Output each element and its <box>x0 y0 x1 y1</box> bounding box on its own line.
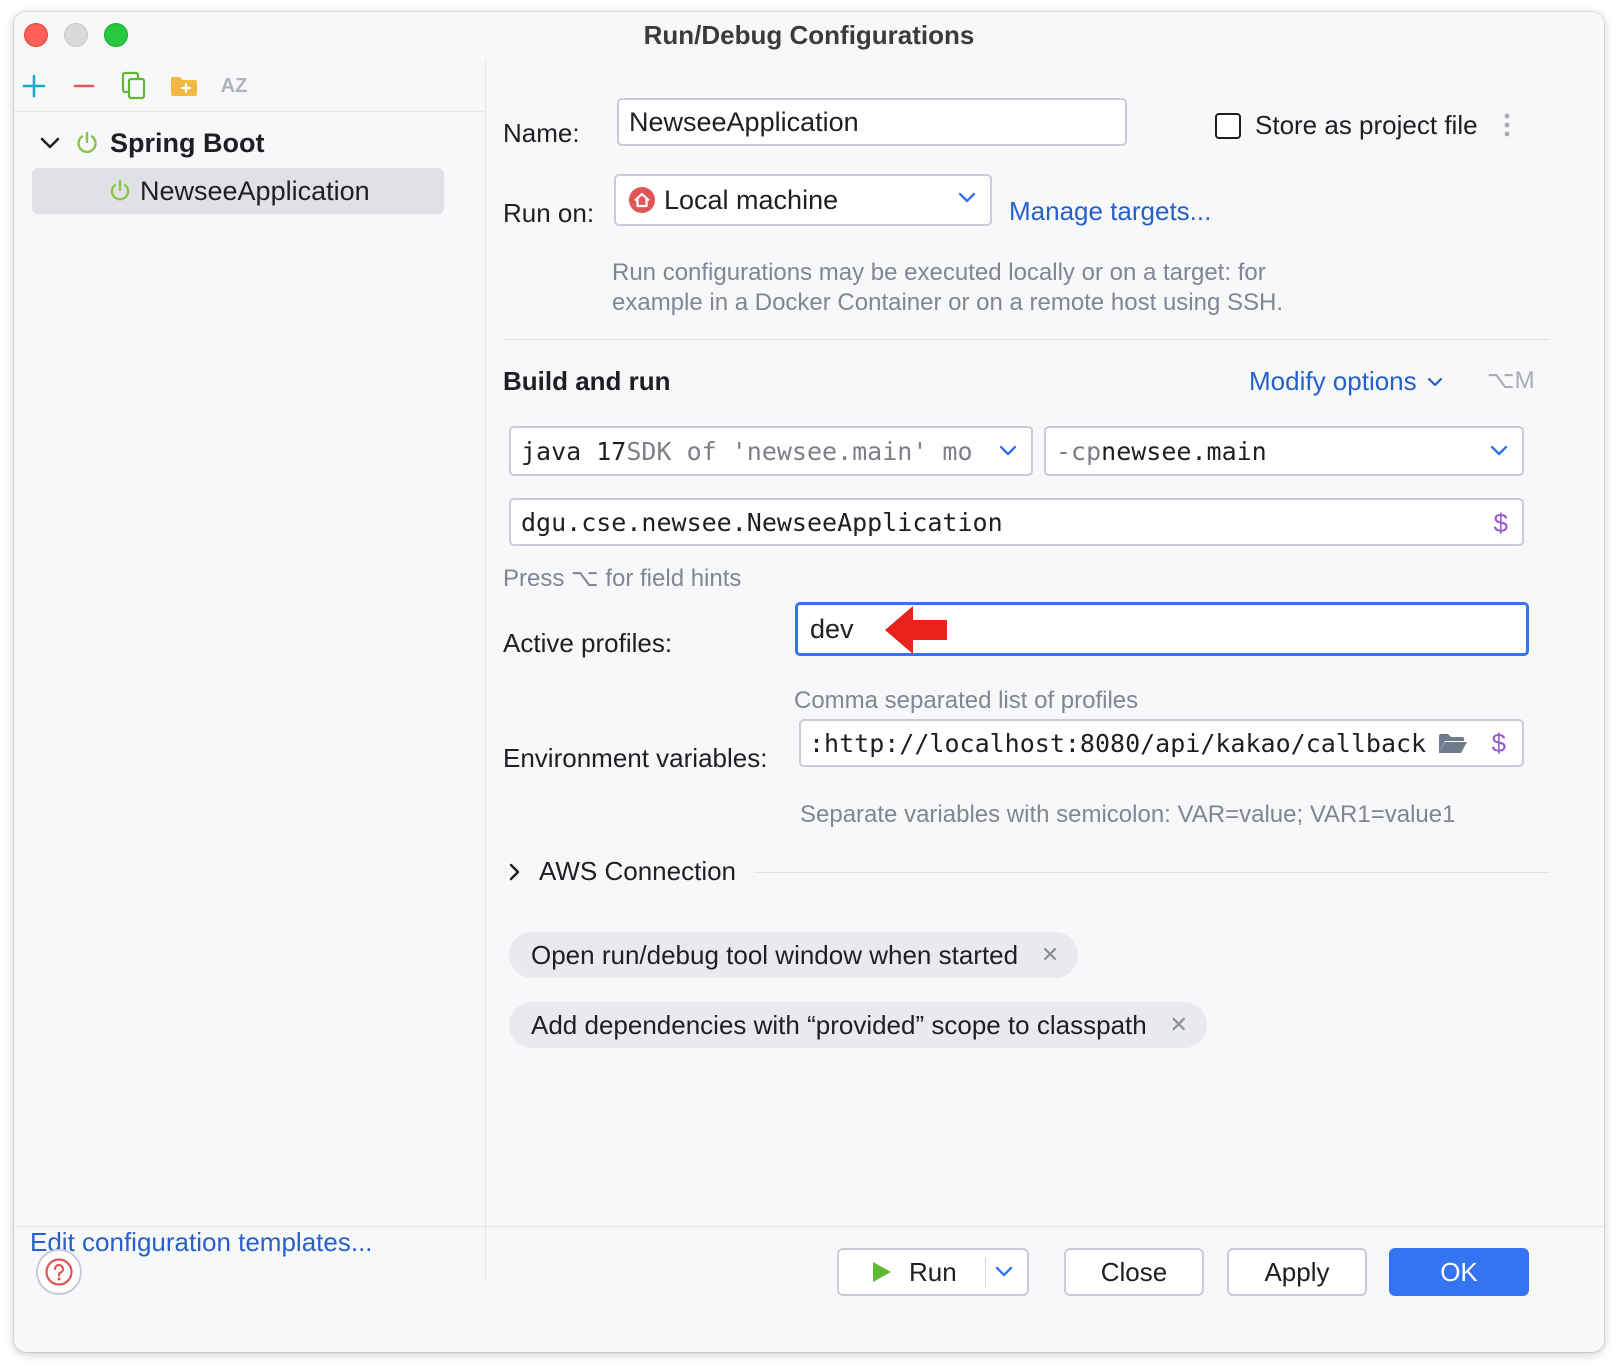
chevron-down-icon[interactable] <box>995 1266 1013 1278</box>
tree-item-newsee-application[interactable]: NewseeApplication <box>32 168 444 214</box>
run-debug-dialog: Run/Debug Configurations AZ Spring Boot … <box>14 12 1604 1352</box>
dollar-macro-icon[interactable]: $ <box>1492 728 1506 759</box>
annotation-arrow-icon <box>883 604 953 656</box>
environment-variables-input[interactable]: :http://localhost:8080/api/kakao/callbac… <box>799 719 1524 767</box>
aws-connection-section[interactable]: AWS Connection <box>509 856 736 887</box>
name-input[interactable]: NewseeApplication <box>617 98 1127 146</box>
chevron-down-icon <box>1490 445 1508 457</box>
modify-options-link[interactable]: Modify options <box>1249 366 1443 397</box>
new-folder-icon[interactable] <box>164 66 204 106</box>
active-profiles-label: Active profiles: <box>503 628 673 658</box>
sidebar-toolbar: AZ <box>14 60 486 112</box>
option-chip: Add dependencies with “provided” scope t… <box>509 1002 1207 1048</box>
dialog-title: Run/Debug Configurations <box>643 20 975 50</box>
title-bar: Run/Debug Configurations <box>14 12 1604 60</box>
field-hints-text: Press ⌥ for field hints <box>503 565 742 592</box>
run-on-label: Run on: <box>503 198 595 228</box>
more-vertical-icon[interactable] <box>1503 112 1511 143</box>
name-label: Name: <box>503 118 580 148</box>
tree-group-spring-boot[interactable]: Spring Boot <box>34 120 264 166</box>
spring-boot-icon <box>108 179 132 203</box>
dollar-macro-icon[interactable]: $ <box>1494 508 1508 539</box>
section-divider <box>503 339 1549 340</box>
option-chip: Open run/debug tool window when started … <box>509 932 1079 978</box>
spring-boot-icon <box>74 130 100 156</box>
jdk-select[interactable]: java 17 SDK of 'newsee.main' mo <box>509 426 1033 476</box>
aws-divider <box>754 872 1549 873</box>
folder-open-icon[interactable] <box>1438 732 1468 756</box>
configurations-sidebar: AZ Spring Boot NewseeApplication Edit co… <box>14 60 486 1282</box>
ok-button[interactable]: OK <box>1389 1248 1529 1296</box>
classpath-module-select[interactable]: -cp newsee.main <box>1044 426 1524 476</box>
chevron-down-icon <box>999 445 1017 457</box>
remove-icon[interactable] <box>64 66 104 106</box>
help-icon[interactable] <box>36 1249 82 1295</box>
configuration-form: Name: NewseeApplication Store as project… <box>487 60 1604 1282</box>
sort-az-icon[interactable]: AZ <box>214 66 254 106</box>
modify-options-shortcut: ⌥M <box>1487 367 1535 394</box>
environment-variables-label: Environment variables: <box>503 743 768 773</box>
environment-variables-hint: Separate variables with semicolon: VAR=v… <box>800 801 1456 828</box>
copy-icon[interactable] <box>114 66 154 106</box>
apply-button[interactable]: Apply <box>1227 1248 1367 1296</box>
home-icon <box>628 186 656 214</box>
chevron-down-icon <box>958 192 976 204</box>
run-button[interactable]: Run <box>837 1248 1029 1296</box>
build-and-run-title: Build and run <box>503 366 671 396</box>
add-icon[interactable] <box>14 66 54 106</box>
aws-connection-label: AWS Connection <box>539 856 737 886</box>
run-on-hint-line2: example in a Docker Container or on a re… <box>612 289 1284 316</box>
chevron-right-icon <box>509 863 521 881</box>
store-as-project-file[interactable]: Store as project file <box>1215 110 1478 141</box>
run-button-separator <box>985 1258 986 1288</box>
manage-targets-link[interactable]: Manage targets... <box>1009 196 1211 227</box>
store-checkbox[interactable] <box>1215 112 1241 139</box>
close-button[interactable]: Close <box>1064 1248 1204 1296</box>
store-label: Store as project file <box>1255 110 1478 140</box>
active-profiles-hint: Comma separated list of profiles <box>794 687 1139 714</box>
run-on-hint-line1: Run configurations may be executed local… <box>612 259 1266 286</box>
run-on-select[interactable]: Local machine <box>614 174 992 226</box>
chevron-down-icon <box>1427 377 1443 387</box>
run-play-icon <box>871 1260 893 1284</box>
remove-chip-icon[interactable]: ✕ <box>1167 1012 1191 1038</box>
remove-chip-icon[interactable]: ✕ <box>1038 942 1062 968</box>
chevron-down-icon[interactable] <box>34 127 66 159</box>
tree-item-label: NewseeApplication <box>140 175 370 206</box>
tree-group-label: Spring Boot <box>110 127 265 158</box>
main-class-input[interactable]: dgu.cse.newsee.NewseeApplication $ <box>509 498 1524 546</box>
